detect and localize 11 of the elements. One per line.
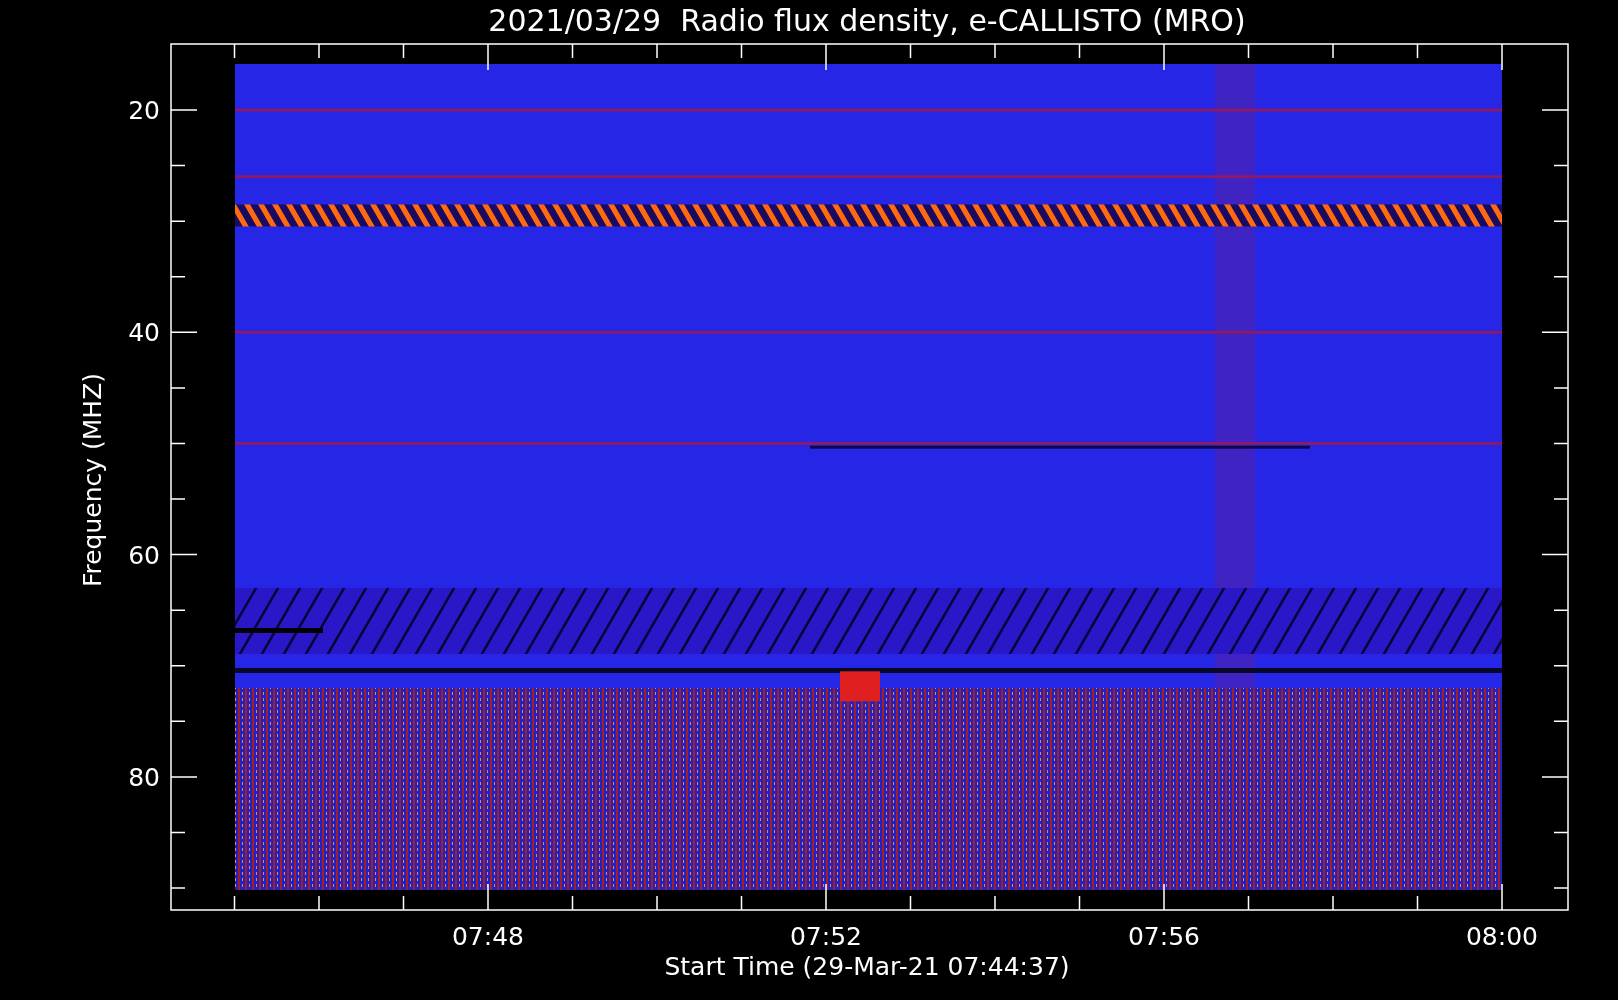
x-tick-label: 07:56: [1128, 922, 1200, 951]
x-tick-label: 08:00: [1466, 922, 1538, 951]
x-tick-label: 07:52: [790, 922, 862, 951]
chart-title: 2021/03/29 Radio flux density, e-CALLISTO (MRO): [488, 3, 1246, 38]
x-tick-label: 07:48: [452, 922, 524, 951]
y-tick-label: 20: [128, 96, 160, 125]
y-tick-label: 40: [128, 318, 160, 348]
y-tick-label: 80: [128, 762, 160, 792]
x-axis-label: Start Time (29-Mar-21 07:44:37): [664, 952, 1070, 981]
y-axis-label: Frequency (MHZ): [78, 372, 107, 588]
y-tick-label: 60: [128, 540, 160, 570]
